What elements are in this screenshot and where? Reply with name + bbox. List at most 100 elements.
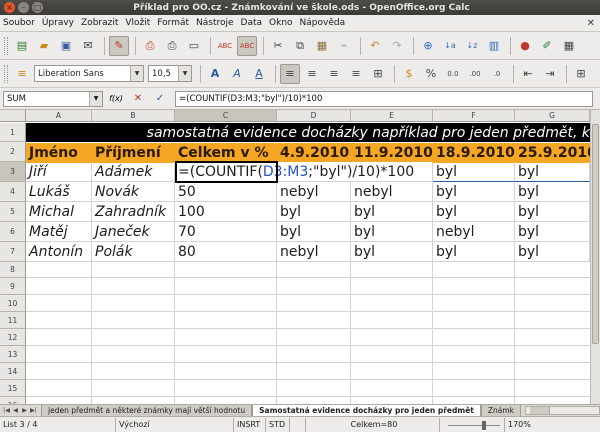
align-justify-icon[interactable]: ≡ [346,64,366,84]
vertical-scrollbar[interactable] [590,110,600,404]
menu-nastroje[interactable]: Nástroje [196,18,234,28]
percent-icon[interactable]: % [421,64,441,84]
cell-a3[interactable]: Jiří [26,162,92,182]
row-header-12[interactable]: 12 [0,329,26,346]
chevron-down-icon[interactable]: ▼ [89,91,102,106]
row-header-15[interactable]: 15 [0,380,26,397]
cell-b6[interactable]: Janeček [92,222,175,242]
cell-d6[interactable]: byl [277,222,351,242]
column-header-c[interactable]: C [175,110,277,122]
gallery-icon[interactable]: ✐ [537,36,557,56]
print-preview-icon[interactable]: ▭ [184,36,204,56]
header-date-3[interactable]: 18.9.2010 [433,143,515,163]
sheet-tab-2[interactable]: jeden předmět a některé známky mají větš… [41,404,253,417]
sort-descending-icon[interactable]: ↓z [462,36,482,56]
accept-icon[interactable]: ✓ [151,90,169,108]
borders-icon[interactable]: ⊞ [571,64,591,84]
cell-g4[interactable]: byl [515,182,590,202]
cell-a4[interactable]: Lukáš [26,182,92,202]
font-name-combo[interactable]: Liberation Sans ▼ [34,65,144,82]
title-banner-cell[interactable]: samostatná evidence docházky například p… [26,123,590,142]
status-selection-mode[interactable]: STD [266,417,290,432]
horizontal-scrollbar[interactable] [525,406,600,415]
hyperlink-icon[interactable]: ⊕ [418,36,438,56]
formula-input[interactable]: =(COUNTIF(D3:M3;"byl")/10)*100 [175,90,593,107]
header-jmeno[interactable]: Jméno [26,143,92,163]
row-header-6[interactable]: 6 [0,222,26,242]
cell-f6[interactable]: nebyl [433,222,515,242]
email-icon[interactable]: ✉ [78,36,98,56]
zoom-slider[interactable] [444,418,504,432]
header-date-2[interactable]: 11.9.2010 [351,143,433,163]
cell-d5[interactable]: byl [277,202,351,222]
open-folder-icon[interactable]: ▰ [34,36,54,56]
column-header-g[interactable]: G [515,110,590,122]
row-header-8[interactable]: 8 [0,262,26,278]
next-sheet-icon[interactable]: ▶ [20,406,29,416]
cell-a7[interactable]: Antonín [26,242,92,262]
row-header-10[interactable]: 10 [0,295,26,312]
minimize-window-button[interactable]: – [18,2,29,13]
italic-icon[interactable]: A [227,64,247,84]
copy-icon[interactable]: ⧉ [290,36,310,56]
cell-g3[interactable]: byl [515,162,590,182]
status-insert-mode[interactable]: INSRT [234,417,266,432]
cell-f7[interactable]: byl [433,242,515,262]
toolbar-grip[interactable] [4,36,8,55]
sort-ascending-icon[interactable]: ↓a [440,36,460,56]
spellcheck-icon[interactable]: ABC [215,36,235,56]
cancel-icon[interactable]: ✕ [129,90,147,108]
row-header-2[interactable]: 2 [0,142,26,162]
cell-g6[interactable]: byl [515,222,590,242]
status-zoom[interactable]: 170% [504,417,534,432]
cell-c6[interactable]: 70 [175,222,277,242]
header-prijmeni[interactable]: Příjmení [92,143,175,163]
horizontal-scrollbar-thumb[interactable] [530,407,551,414]
select-all-corner[interactable] [0,110,26,122]
cell-c4[interactable]: 50 [175,182,277,202]
cell-d4[interactable]: nebyl [277,182,351,202]
clone-format-icon[interactable]: ⌁ [334,36,354,56]
align-center-icon[interactable]: ≡ [302,64,322,84]
cell-f5[interactable]: byl [433,202,515,222]
save-icon[interactable]: ▣ [56,36,76,56]
chart-icon[interactable]: ▥ [484,36,504,56]
row-header-16[interactable]: 16 [0,397,26,404]
cell-b3[interactable]: Adámek [92,162,175,182]
print-icon[interactable]: ⎙ [162,36,182,56]
first-sheet-icon[interactable]: |◀ [2,406,11,416]
sheet-tab-4[interactable]: Známk [480,404,522,417]
styles-icon[interactable]: ≡ [12,64,32,84]
function-wizard-icon[interactable]: f(x) [107,90,125,108]
column-header-f[interactable]: F [433,110,515,122]
underline-icon[interactable]: A [249,64,269,84]
menu-napoveda[interactable]: Nápověda [300,18,346,28]
column-header-e[interactable]: E [351,110,433,122]
cell-a5[interactable]: Michal [26,202,92,222]
cell-e5[interactable]: byl [351,202,433,222]
zoom-slider-knob[interactable] [482,420,486,430]
cell-b7[interactable]: Polák [92,242,175,262]
align-right-icon[interactable]: ≡ [324,64,344,84]
menu-okno[interactable]: Okno [269,18,293,28]
font-size-combo[interactable]: 10,5 ▼ [148,65,192,82]
row-header-13[interactable]: 13 [0,346,26,363]
row-header-14[interactable]: 14 [0,363,26,380]
sheet-tab-3[interactable]: Samostatná evidence docházky pro jeden p… [252,404,481,417]
header-celkem[interactable]: Celkem v % [175,143,277,163]
menu-soubor[interactable]: Soubor [3,18,35,28]
cell-b5[interactable]: Zahradník [92,202,175,222]
cell-d7[interactable]: nebyl [277,242,351,262]
undo-icon[interactable]: ↶ [365,36,385,56]
merge-cells-icon[interactable]: ⊞ [368,64,388,84]
name-box[interactable]: SUM ▼ [3,90,103,107]
draw-functions-icon[interactable]: ● [515,36,535,56]
column-header-d[interactable]: D [277,110,351,122]
cell-e7[interactable]: byl [351,242,433,262]
export-pdf-icon[interactable]: ⎙ [140,36,160,56]
add-decimal-icon[interactable]: .00 [465,64,485,84]
close-window-button[interactable]: × [4,2,15,13]
row-header-1[interactable]: 1 [0,123,26,142]
navigator-icon[interactable]: ▦ [559,36,579,56]
close-document-icon[interactable]: ✕ [587,18,595,29]
